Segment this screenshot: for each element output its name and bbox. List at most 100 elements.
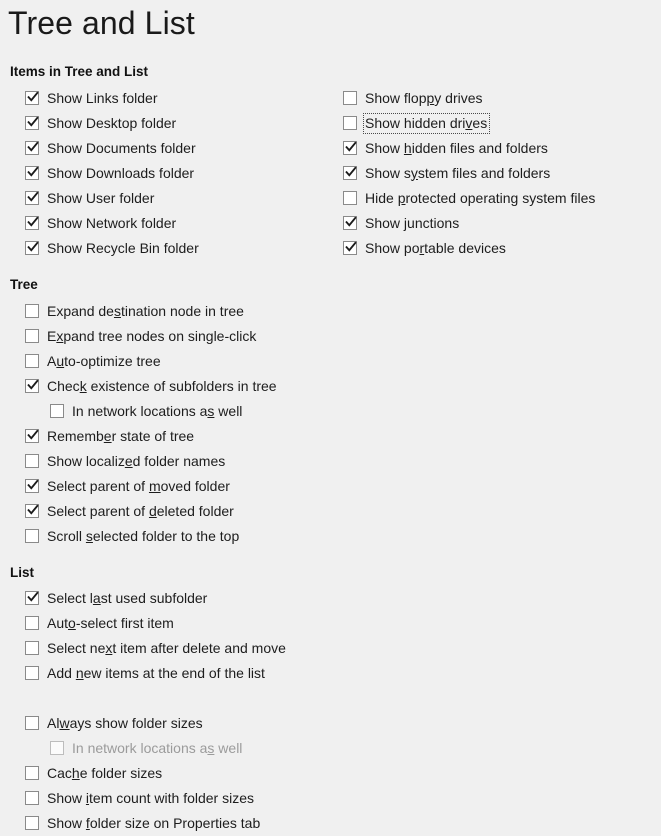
- checkbox-unchecked-icon[interactable]: [25, 304, 39, 318]
- checkbox-unchecked-icon[interactable]: [25, 666, 39, 680]
- checkbox-row-add-new-items-at-the-end-of-the-list[interactable]: Add new items at the end of the list: [25, 663, 267, 683]
- checkbox-row-cache-folder-sizes[interactable]: Cache folder sizes: [25, 763, 164, 783]
- checkbox-checked-icon[interactable]: [25, 191, 39, 205]
- checkbox-unchecked-icon[interactable]: [25, 354, 39, 368]
- checkbox-checked-icon[interactable]: [25, 116, 39, 130]
- checkbox-row-scroll-selected-folder-to-the-top[interactable]: Scroll selected folder to the top: [25, 526, 241, 546]
- checkbox-row-remember-state-of-tree[interactable]: Remember state of tree: [25, 426, 196, 446]
- checkbox-unchecked-icon[interactable]: [25, 716, 39, 730]
- checkbox-checked-icon[interactable]: [25, 216, 39, 230]
- checkbox-row-show-hidden-drives[interactable]: Show hidden drives: [343, 112, 491, 134]
- checkbox-label: Auto-select first item: [47, 614, 174, 631]
- checkbox-row-show-folder-size-on-properties-tab[interactable]: Show folder size on Properties tab: [25, 813, 262, 833]
- checkbox-checked-icon[interactable]: [343, 166, 357, 180]
- checkbox-label: Show floppy drives: [365, 89, 483, 106]
- checkbox-row-show-junctions[interactable]: Show junctions: [343, 213, 461, 233]
- checkbox-label: In network locations as well: [72, 739, 243, 756]
- checkbox-unchecked-icon[interactable]: [343, 116, 357, 130]
- checkbox-checked-icon[interactable]: [343, 216, 357, 230]
- page-title: Tree and List: [8, 5, 195, 41]
- checkbox-unchecked-icon[interactable]: [25, 816, 39, 830]
- checkbox-row-show-floppy-drives[interactable]: Show floppy drives: [343, 88, 485, 108]
- checkbox-label: Show hidden files and folders: [365, 139, 548, 156]
- checkbox-unchecked-icon[interactable]: [25, 641, 39, 655]
- checkbox-row-show-network-folder[interactable]: Show Network folder: [25, 213, 178, 233]
- checkbox-unchecked-icon: [50, 741, 64, 755]
- checkbox-label: Remember state of tree: [47, 427, 195, 444]
- checkbox-checked-icon[interactable]: [25, 166, 39, 180]
- checkbox-row-show-desktop-folder[interactable]: Show Desktop folder: [25, 113, 178, 133]
- checkbox-label: Select parent of moved folder: [47, 477, 230, 494]
- checkbox-label: Show Recycle Bin folder: [47, 239, 199, 256]
- checkbox-row-show-item-count-with-folder-sizes[interactable]: Show item count with folder sizes: [25, 788, 256, 808]
- checkbox-unchecked-icon[interactable]: [25, 529, 39, 543]
- checkbox-label: Show system files and folders: [365, 164, 551, 181]
- checkbox-label: Always show folder sizes: [47, 714, 203, 731]
- checkbox-row-show-localized-folder-names[interactable]: Show localized folder names: [25, 451, 227, 471]
- checkbox-row-show-links-folder[interactable]: Show Links folder: [25, 88, 160, 108]
- checkbox-label: Cache folder sizes: [47, 764, 163, 781]
- checkbox-checked-icon[interactable]: [25, 141, 39, 155]
- checkbox-row-show-recycle-bin-folder[interactable]: Show Recycle Bin folder: [25, 238, 201, 258]
- checkbox-label: Show hidden drives: [362, 112, 491, 134]
- checkbox-unchecked-icon[interactable]: [25, 329, 39, 343]
- checkbox-label: Show Desktop folder: [47, 114, 177, 131]
- checkbox-row-show-user-folder[interactable]: Show User folder: [25, 188, 156, 208]
- checkbox-row-hide-protected-operating-system-files[interactable]: Hide protected operating system files: [343, 188, 597, 208]
- checkbox-checked-icon[interactable]: [25, 479, 39, 493]
- checkbox-checked-icon[interactable]: [25, 379, 39, 393]
- checkbox-label: Hide protected operating system files: [365, 189, 596, 206]
- checkbox-unchecked-icon[interactable]: [25, 766, 39, 780]
- checkbox-row-expand-tree-nodes-on-single-click[interactable]: Expand tree nodes on single-click: [25, 326, 258, 346]
- checkbox-checked-icon[interactable]: [343, 241, 357, 255]
- checkbox-unchecked-icon[interactable]: [50, 404, 64, 418]
- checkbox-checked-icon[interactable]: [25, 91, 39, 105]
- checkbox-row-expand-destination-node-in-tree[interactable]: Expand destination node in tree: [25, 301, 246, 321]
- checkbox-unchecked-icon[interactable]: [343, 191, 357, 205]
- checkbox-checked-icon[interactable]: [25, 591, 39, 605]
- checkbox-label: Select parent of deleted folder: [47, 502, 234, 519]
- checkbox-row-show-downloads-folder[interactable]: Show Downloads folder: [25, 163, 196, 183]
- checkbox-unchecked-icon[interactable]: [343, 91, 357, 105]
- settings-page: Tree and List Items in Tree and List Sho…: [0, 0, 661, 836]
- checkbox-label: Scroll selected folder to the top: [47, 527, 240, 544]
- checkbox-row-check-existence-of-subfolders-in-tree[interactable]: Check existence of subfolders in tree: [25, 376, 279, 396]
- checkbox-label: Show Documents folder: [47, 139, 196, 156]
- checkbox-row-show-portable-devices[interactable]: Show portable devices: [343, 238, 508, 258]
- checkbox-label: Show item count with folder sizes: [47, 789, 255, 806]
- checkbox-label: Check existence of subfolders in tree: [47, 377, 277, 394]
- checkbox-label: Expand destination node in tree: [47, 302, 244, 319]
- checkbox-row-in-network-locations-as-well[interactable]: In network locations as well: [50, 401, 244, 421]
- checkbox-unchecked-icon[interactable]: [25, 454, 39, 468]
- checkbox-unchecked-icon[interactable]: [25, 616, 39, 630]
- checkbox-checked-icon[interactable]: [25, 429, 39, 443]
- checkbox-label: Show User folder: [47, 189, 155, 206]
- checkbox-row-show-system-files-and-folders[interactable]: Show system files and folders: [343, 163, 552, 183]
- checkbox-row-auto-optimize-tree[interactable]: Auto-optimize tree: [25, 351, 163, 371]
- checkbox-label: Auto-optimize tree: [47, 352, 161, 369]
- checkbox-label: Select last used subfolder: [47, 589, 208, 606]
- checkbox-row-select-last-used-subfolder[interactable]: Select last used subfolder: [25, 588, 209, 608]
- checkbox-label: Show Links folder: [47, 89, 158, 106]
- section-title-list: List: [10, 565, 35, 580]
- checkbox-label: Show localized folder names: [47, 452, 226, 469]
- section-title-tree: Tree: [10, 277, 38, 292]
- checkbox-row-select-parent-of-deleted-folder[interactable]: Select parent of deleted folder: [25, 501, 236, 521]
- checkbox-checked-icon[interactable]: [343, 141, 357, 155]
- checkbox-row-select-next-item-after-delete-and-move[interactable]: Select next item after delete and move: [25, 638, 288, 658]
- checkbox-row-select-parent-of-moved-folder[interactable]: Select parent of moved folder: [25, 476, 232, 496]
- checkbox-label: Select next item after delete and move: [47, 639, 286, 656]
- checkbox-checked-icon[interactable]: [25, 504, 39, 518]
- checkbox-row-show-documents-folder[interactable]: Show Documents folder: [25, 138, 198, 158]
- checkbox-row-show-hidden-files-and-folders[interactable]: Show hidden files and folders: [343, 138, 550, 158]
- checkbox-label: Show junctions: [365, 214, 460, 231]
- checkbox-checked-icon[interactable]: [25, 241, 39, 255]
- checkbox-row-always-show-folder-sizes[interactable]: Always show folder sizes: [25, 713, 205, 733]
- checkbox-row-in-network-locations-as-well: In network locations as well: [50, 738, 244, 758]
- checkbox-label: Show portable devices: [365, 239, 506, 256]
- checkbox-label: Show Downloads folder: [47, 164, 195, 181]
- checkbox-unchecked-icon[interactable]: [25, 791, 39, 805]
- checkbox-label: Show folder size on Properties tab: [47, 814, 261, 831]
- checkbox-row-auto-select-first-item[interactable]: Auto-select first item: [25, 613, 176, 633]
- checkbox-label: Expand tree nodes on single-click: [47, 327, 257, 344]
